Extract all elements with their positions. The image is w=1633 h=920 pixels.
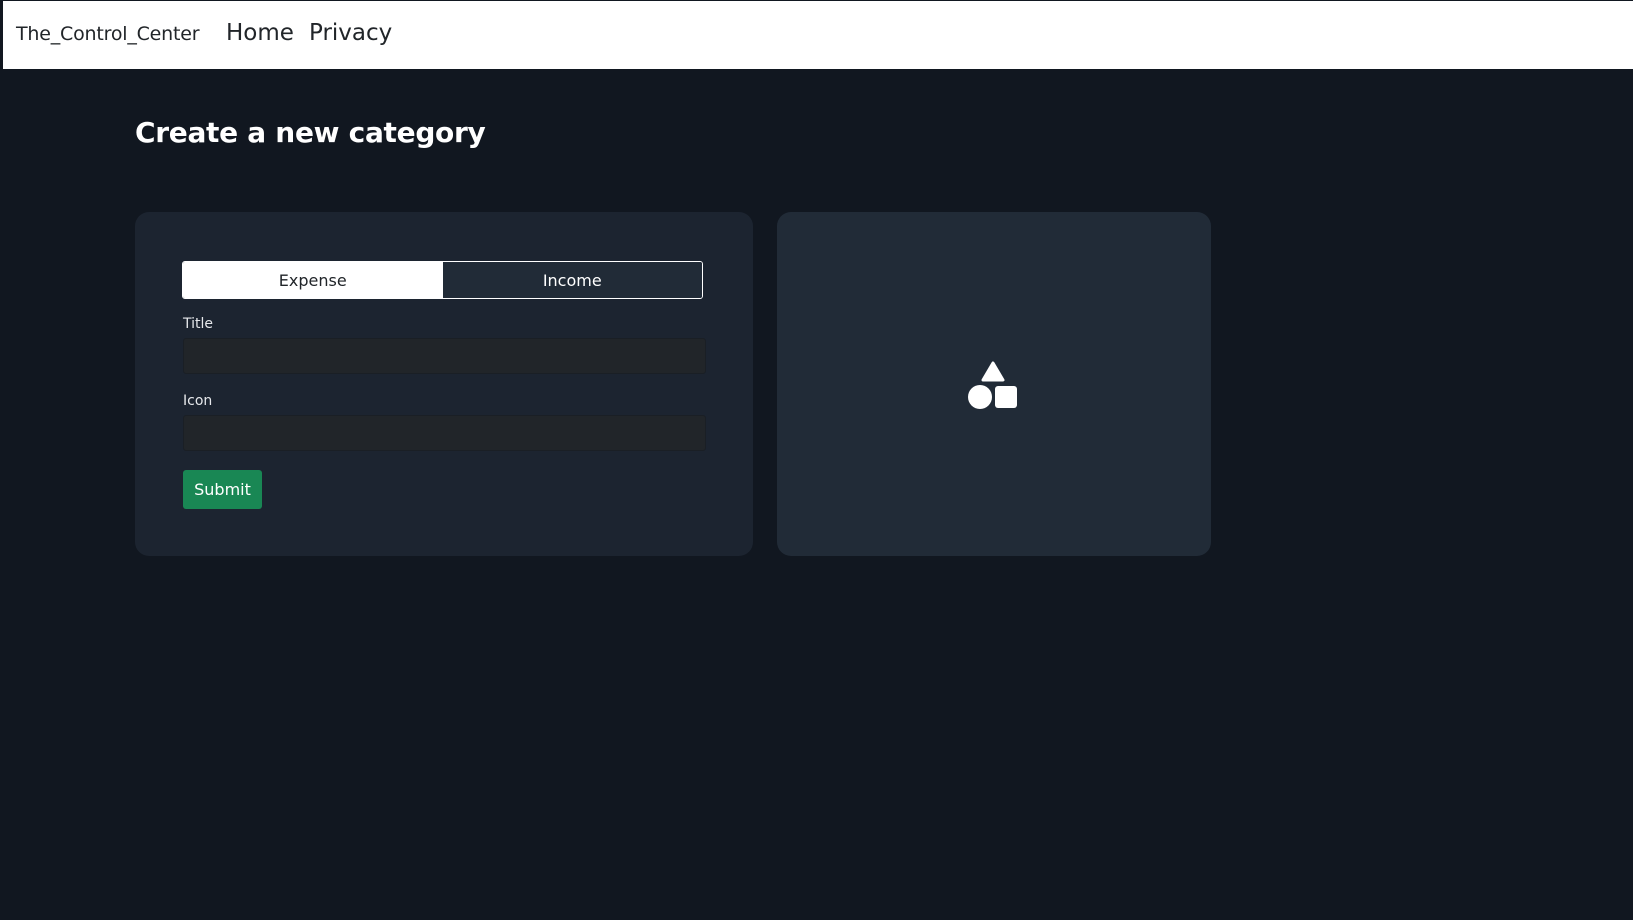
category-form-card: Expense Income Title Icon Submit — [135, 212, 753, 556]
icon-input[interactable] — [183, 415, 706, 451]
brand-link[interactable]: The_Control_Center — [16, 23, 200, 45]
page-title: Create a new category — [135, 116, 486, 149]
income-toggle-button[interactable]: Income — [442, 262, 702, 298]
shapes-icon — [968, 361, 1017, 409]
nav-link-privacy[interactable]: Privacy — [309, 20, 392, 46]
expense-toggle-button[interactable]: Expense — [183, 262, 443, 298]
type-toggle: Expense Income — [182, 261, 703, 299]
icon-label: Icon — [183, 393, 213, 409]
nav-link-home[interactable]: Home — [226, 20, 294, 46]
navbar: The_Control_Center Home Privacy — [3, 1, 1633, 69]
title-label: Title — [183, 316, 214, 332]
icon-preview-card — [777, 212, 1211, 556]
title-input[interactable] — [183, 338, 706, 374]
submit-button[interactable]: Submit — [183, 470, 262, 509]
